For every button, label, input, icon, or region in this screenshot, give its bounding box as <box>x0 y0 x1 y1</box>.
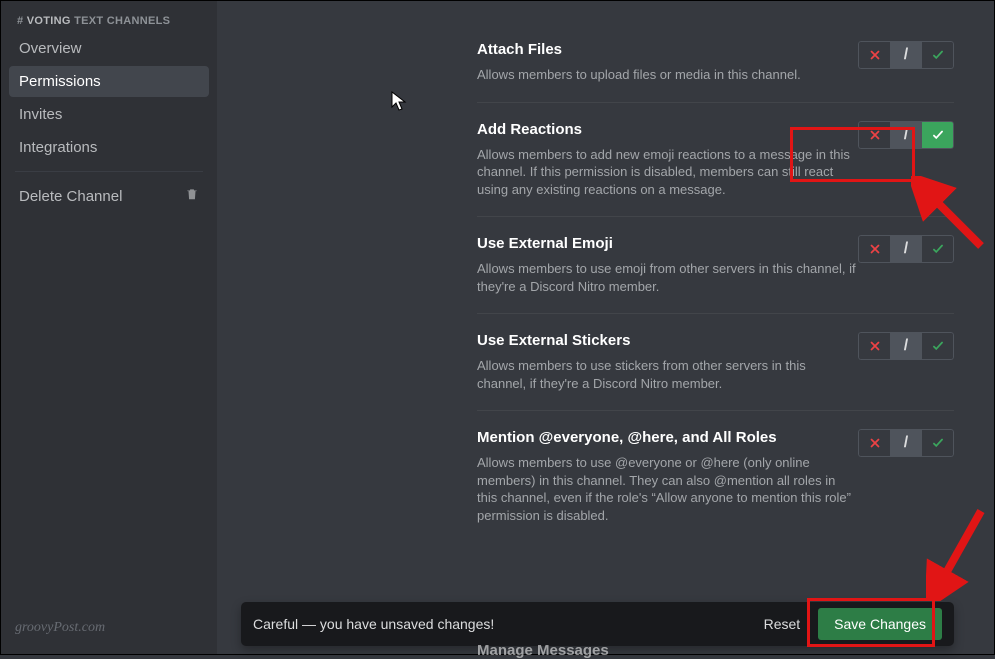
permission-passthrough[interactable]: / <box>890 121 922 149</box>
sidebar-item-label: Integrations <box>19 139 97 156</box>
permission-title: Mention @everyone, @here, and All Roles <box>477 429 858 446</box>
sidebar-item-integrations[interactable]: Integrations <box>9 132 209 163</box>
permission-deny[interactable] <box>858 332 890 360</box>
sidebar-item-permissions[interactable]: Permissions <box>9 66 209 97</box>
reset-button[interactable]: Reset <box>750 608 815 640</box>
permission-toggle: / <box>858 121 954 149</box>
permission-allow[interactable] <box>922 235 954 263</box>
sidebar-item-label: Overview <box>19 40 82 57</box>
permission-title: Attach Files <box>477 41 801 58</box>
save-changes-button[interactable]: Save Changes <box>818 608 942 640</box>
permission-allow[interactable] <box>922 41 954 69</box>
permission-title: Use External Emoji <box>477 235 858 252</box>
permission-allow[interactable] <box>922 121 954 149</box>
settings-sidebar: # VOTING TEXT CHANNELS Overview Permissi… <box>1 1 217 654</box>
channel-header: # VOTING TEXT CHANNELS <box>9 9 209 33</box>
permission-description: Allows members to upload files or media … <box>477 66 801 84</box>
sidebar-item-invites[interactable]: Invites <box>9 99 209 130</box>
permission-allow[interactable] <box>922 429 954 457</box>
permission-passthrough[interactable]: / <box>890 332 922 360</box>
sidebar-separator <box>15 171 203 172</box>
sidebar-item-label: Delete Channel <box>19 188 122 205</box>
sidebar-item-delete-channel[interactable]: Delete Channel <box>9 180 209 212</box>
permission-deny[interactable] <box>858 429 890 457</box>
permission-toggle: / <box>858 41 954 69</box>
permission-deny[interactable] <box>858 235 890 263</box>
permission-title-cutoff: Manage Messages <box>477 642 609 659</box>
sidebar-item-overview[interactable]: Overview <box>9 33 209 64</box>
permission-title: Add Reactions <box>477 121 858 138</box>
permission-passthrough[interactable]: / <box>890 235 922 263</box>
permission-description: Allows members to use emoji from other s… <box>477 260 858 295</box>
channel-category-label: TEXT CHANNELS <box>74 15 170 27</box>
permission-title: Use External Stickers <box>477 332 858 349</box>
watermark-text: groovyPost.com <box>15 620 105 636</box>
permissions-panel: Attach Files Allows members to upload fi… <box>217 1 994 654</box>
hash-icon: # <box>17 15 23 27</box>
sidebar-item-label: Invites <box>19 106 62 123</box>
trash-icon <box>185 187 199 205</box>
permission-passthrough[interactable]: / <box>890 429 922 457</box>
unsaved-message: Careful — you have unsaved changes! <box>253 616 750 632</box>
unsaved-changes-bar: Careful — you have unsaved changes! Rese… <box>241 602 954 646</box>
permission-row-external-stickers: Use External Stickers Allows members to … <box>477 313 954 410</box>
permission-passthrough[interactable]: / <box>890 41 922 69</box>
sidebar-item-label: Permissions <box>19 73 101 90</box>
permission-row-external-emoji: Use External Emoji Allows members to use… <box>477 216 954 313</box>
permission-deny[interactable] <box>858 121 890 149</box>
permission-toggle: / <box>858 332 954 360</box>
permission-deny[interactable] <box>858 41 890 69</box>
permission-row-add-reactions: Add Reactions Allows members to add new … <box>477 102 954 217</box>
permission-row-mention-everyone: Mention @everyone, @here, and All Roles … <box>477 410 954 542</box>
permission-allow[interactable] <box>922 332 954 360</box>
permission-toggle: / <box>858 429 954 457</box>
permission-description: Allows members to add new emoji reaction… <box>477 146 858 199</box>
permission-description: Allows members to use stickers from othe… <box>477 357 858 392</box>
permission-row-attach-files: Attach Files Allows members to upload fi… <box>477 13 954 102</box>
permission-list: Attach Files Allows members to upload fi… <box>477 1 954 543</box>
permission-toggle: / <box>858 235 954 263</box>
permission-description: Allows members to use @everyone or @here… <box>477 454 858 524</box>
channel-name: VOTING <box>27 15 71 27</box>
